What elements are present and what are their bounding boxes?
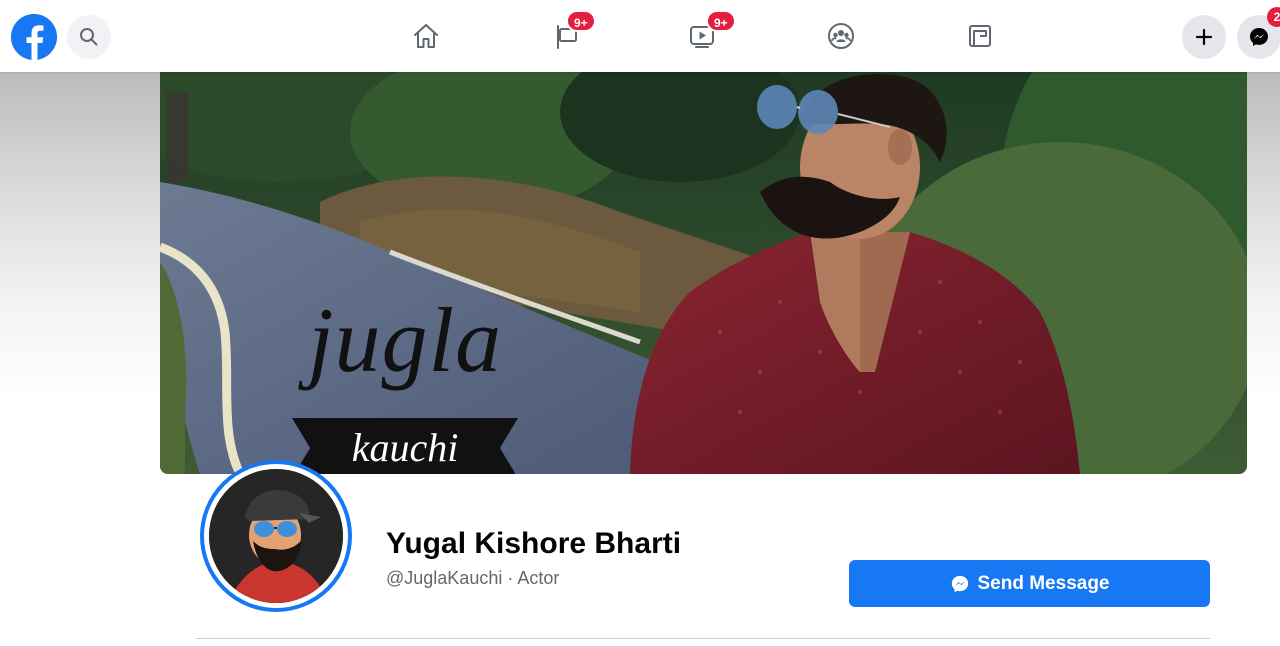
profile-divider xyxy=(196,638,1210,639)
nav-watch[interactable]: 9+ xyxy=(682,10,736,56)
cover-photo-image xyxy=(160,72,1247,474)
messenger-notification-badge: 2 xyxy=(1267,7,1280,27)
nav-home[interactable] xyxy=(406,16,446,56)
messenger-button[interactable]: 2 xyxy=(1237,7,1280,59)
nav-gaming[interactable] xyxy=(960,16,1000,56)
groups-icon xyxy=(828,23,854,49)
cover-subtitle-text: kauchi xyxy=(351,425,459,470)
messenger-icon xyxy=(951,575,968,592)
create-button[interactable] xyxy=(1182,15,1226,59)
cover-photo[interactable]: jugla kauchi xyxy=(160,72,1247,474)
top-navigation-bar: 9+ 9+ 2 xyxy=(0,0,1280,72)
send-message-label: Send Message xyxy=(977,572,1110,594)
watch-notification-badge: 9+ xyxy=(706,10,736,32)
facebook-logo[interactable] xyxy=(11,14,57,60)
search-button[interactable] xyxy=(67,15,111,59)
avatar xyxy=(209,469,343,603)
plus-icon xyxy=(1195,28,1213,46)
nav-groups[interactable] xyxy=(821,16,861,56)
profile-picture[interactable] xyxy=(200,460,352,612)
search-icon xyxy=(80,28,98,46)
cover-title-text: jugla xyxy=(308,289,503,391)
gaming-icon xyxy=(969,25,991,47)
profile-name: Yugal Kishore Bharti xyxy=(386,527,682,560)
home-icon xyxy=(414,24,438,48)
messenger-icon xyxy=(1250,28,1268,46)
pages-notification-badge: 9+ xyxy=(566,10,596,32)
send-message-button[interactable]: Send Message xyxy=(849,560,1210,607)
nav-pages[interactable]: 9+ xyxy=(546,10,596,56)
profile-handle-category: @JuglaKauchi · Actor xyxy=(386,568,560,588)
